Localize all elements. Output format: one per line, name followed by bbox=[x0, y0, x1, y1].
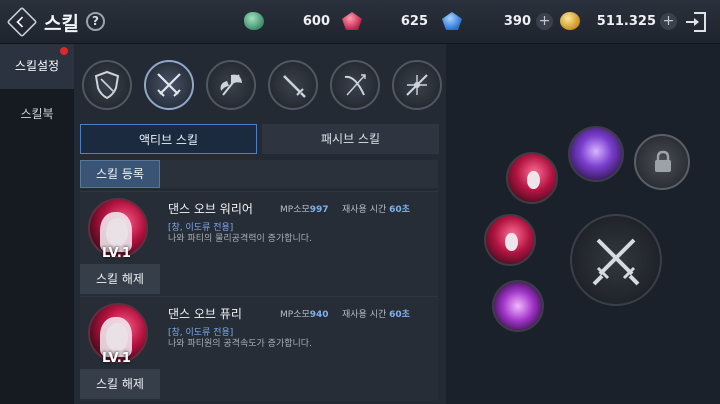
sidebar-item-label: 스킬설정 bbox=[14, 59, 60, 73]
register-skill-button[interactable]: 스킬 등록 bbox=[80, 160, 160, 188]
skill-mp-cost: MP소모997 bbox=[280, 205, 329, 215]
sidebar-item-skill-settings[interactable]: 스킬설정 bbox=[0, 44, 74, 89]
notification-badge bbox=[60, 47, 68, 55]
gold-coin-icon bbox=[560, 12, 580, 30]
skill-description: 나와 파티의 물리공격력이 증가합니다. bbox=[168, 234, 312, 244]
tab-passive-skills[interactable]: 패시브 스킬 bbox=[262, 124, 439, 154]
green-gem-icon bbox=[244, 12, 264, 30]
add-blue-gem-button[interactable]: + bbox=[536, 13, 553, 30]
dual-swords-icon bbox=[592, 238, 640, 286]
axe-icon[interactable] bbox=[206, 60, 256, 110]
currency-red-gem: 625 bbox=[342, 12, 428, 32]
skill-mp-cost: MP소모940 bbox=[280, 310, 329, 320]
skill-level: LV.1 bbox=[102, 351, 131, 366]
blue-gem-icon bbox=[442, 12, 462, 30]
tab-active-skills[interactable]: 액티브 스킬 bbox=[80, 124, 257, 154]
locked-slot[interactable] bbox=[634, 134, 690, 190]
exit-icon[interactable] bbox=[686, 12, 708, 32]
currency-green-gem: 600 bbox=[244, 12, 330, 32]
currency-value: 511.325 bbox=[596, 14, 656, 29]
sidebar-item-label: 스킬북 bbox=[20, 107, 54, 121]
release-skill-button[interactable]: 스킬 해제 bbox=[80, 264, 160, 294]
staff-icon[interactable] bbox=[392, 60, 442, 110]
shield-icon[interactable] bbox=[82, 60, 132, 110]
sword-icon[interactable] bbox=[268, 60, 318, 110]
skill-name: 댄스 오브 워리어 bbox=[168, 202, 253, 216]
back-icon[interactable] bbox=[6, 6, 38, 38]
currency-value: 390 bbox=[503, 14, 531, 29]
sidebar: 스킬설정 스킬북 bbox=[0, 44, 74, 404]
skill-description: 나와 파티원의 공격속도가 증가합니다. bbox=[168, 339, 312, 349]
currency-blue-gem: 390 bbox=[442, 12, 531, 32]
currency-value: 600 bbox=[302, 14, 330, 29]
page-title: 스킬 bbox=[44, 13, 79, 35]
top-bar: 스킬 ? 600 625 390 + 511.325 + bbox=[0, 0, 720, 44]
dual-swords-icon[interactable] bbox=[144, 60, 194, 110]
register-bar bbox=[160, 160, 438, 188]
lock-icon bbox=[655, 150, 671, 172]
help-icon[interactable]: ? bbox=[86, 12, 105, 31]
skill-slot-3[interactable] bbox=[484, 214, 536, 266]
skill-cooldown: 재사용 시간 60초 bbox=[342, 310, 410, 320]
release-skill-button[interactable]: 스킬 해제 bbox=[80, 369, 160, 399]
main-attack-slot[interactable] bbox=[570, 214, 662, 306]
add-gold-button[interactable]: + bbox=[660, 13, 677, 30]
sidebar-item-skill-book[interactable]: 스킬북 bbox=[0, 92, 74, 137]
red-gem-icon bbox=[342, 12, 362, 30]
skill-name: 댄스 오브 퓨리 bbox=[168, 307, 242, 321]
skill-slot-4[interactable] bbox=[492, 280, 544, 332]
skill-slot-2[interactable] bbox=[568, 126, 624, 182]
currency-value: 625 bbox=[400, 14, 428, 29]
currency-gold: 511.325 bbox=[560, 12, 656, 32]
skill-card[interactable]: LV.1 댄스 오브 퓨리 MP소모940 재사용 시간 60초 [창, 이도류… bbox=[80, 296, 438, 401]
bow-icon[interactable] bbox=[330, 60, 380, 110]
skill-card[interactable]: LV.1 댄스 오브 워리어 MP소모997 재사용 시간 60초 [창, 이도… bbox=[80, 191, 438, 296]
skill-level: LV.1 bbox=[102, 246, 131, 261]
skill-cooldown: 재사용 시간 60초 bbox=[342, 205, 410, 215]
skill-slot-1[interactable] bbox=[506, 152, 558, 204]
